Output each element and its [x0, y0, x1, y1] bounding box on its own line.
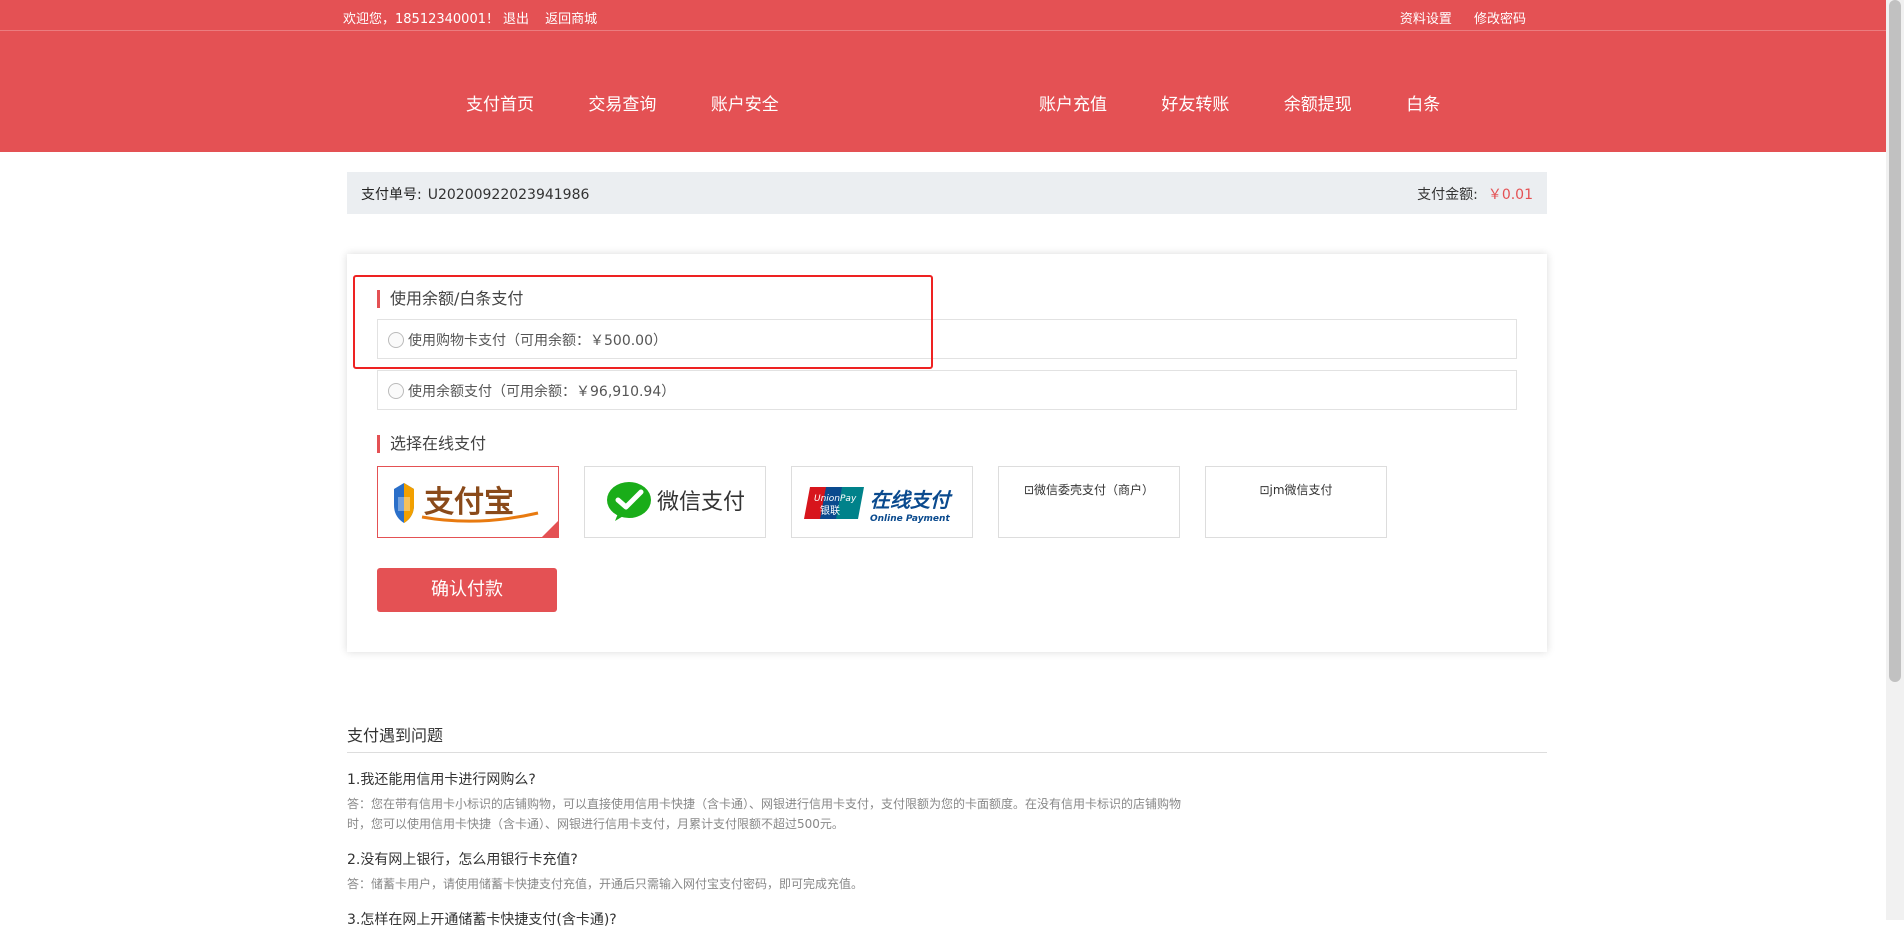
nav-pay-home[interactable]: 支付首页: [466, 95, 534, 115]
wechat-pay-logo-icon: 微信支付: [607, 482, 745, 521]
faq-divider: [347, 752, 1547, 753]
main-nav-right: 账户充值 好友转账 余额提现 白条: [1039, 90, 1489, 115]
page-scrollbar[interactable]: [1886, 0, 1904, 920]
confirm-payment-button[interactable]: 确认付款: [377, 568, 557, 612]
faq-question-1: 1.我还能用信用卡进行网购么?: [347, 772, 536, 788]
faq-question-2: 2.没有网上银行，怎么用银行卡充值?: [347, 852, 578, 868]
faq-answer-1: 答：您在带有信用卡小标识的店铺购物，可以直接使用信用卡快捷（含卡通）、网银进行信…: [347, 797, 1182, 831]
wechat-pay-logo-text: 微信支付: [657, 490, 745, 515]
unionpay-logo-icon: UnionPay 银联 在线支付 Online Payment: [804, 487, 953, 524]
pay-method-wechat[interactable]: 微信支付: [584, 466, 766, 538]
nav-recharge[interactable]: 账户充值: [1039, 95, 1107, 115]
unionpay-title-text: 在线支付: [870, 488, 953, 512]
pay-method-jm-wechat[interactable]: ⊡jm微信支付: [1205, 466, 1387, 538]
pay-method-alipay[interactable]: 支付宝: [377, 466, 559, 538]
header: 欢迎您，18512340001！ 退出 返回商城 资料设置 修改密码 支付首页 交…: [0, 0, 1886, 152]
faq-answer-2: 答：储蓄卡用户，请使用储蓄卡快捷支付充值，开通后只需输入网付宝支付密码，即可完成…: [347, 877, 864, 891]
balance-label: 使用余额支付（可用余额：￥96,910.94）: [408, 384, 676, 400]
annotation-highlight-box: [353, 275, 933, 369]
topbar-left: 欢迎您，18512340001！ 退出 返回商城: [343, 8, 601, 27]
main-nav-left: 支付首页 交易查询 账户安全: [466, 90, 828, 115]
order-amount: 支付金额: ￥0.01: [1417, 184, 1533, 204]
broken-image-icon: ⊡: [1259, 483, 1270, 497]
back-to-mall-link[interactable]: 返回商城: [545, 12, 597, 27]
header-divider: [0, 30, 1886, 31]
alipay-logo-text: 支付宝: [424, 485, 514, 520]
order-amount-value: ￥0.01: [1487, 187, 1533, 203]
unionpay-sub-text: Online Payment: [870, 514, 950, 524]
order-info-bar: 支付单号: U20200922023941986 支付金额: ￥0.01: [347, 172, 1547, 214]
pay-method-unionpay[interactable]: UnionPay 银联 在线支付 Online Payment: [791, 466, 973, 538]
broken-image-alt: ⊡微信委壳支付（商户）: [999, 481, 1179, 498]
unionpay-brand-cn-text: 银联: [820, 504, 840, 517]
nav-transaction-query[interactable]: 交易查询: [588, 95, 656, 115]
nav-withdraw[interactable]: 余额提现: [1284, 95, 1352, 115]
jm-wechat-alt: jm微信支付: [1269, 483, 1333, 497]
scrollbar-thumb[interactable]: [1889, 0, 1901, 682]
balance-option[interactable]: 使用余额支付（可用余额：￥96,910.94）: [377, 370, 1517, 410]
logout-link[interactable]: 退出: [503, 12, 529, 27]
order-number-label: 支付单号:: [361, 187, 422, 203]
broken-image-alt: ⊡jm微信支付: [1206, 481, 1386, 498]
alipay-logo-icon: 支付宝: [394, 483, 539, 523]
pay-method-wechat-merchant[interactable]: ⊡微信委壳支付（商户）: [998, 466, 1180, 538]
nav-account-security[interactable]: 账户安全: [711, 95, 779, 115]
topbar-right: 资料设置 修改密码: [1382, 8, 1526, 27]
change-password-link[interactable]: 修改密码: [1474, 12, 1526, 27]
balance-radio[interactable]: [388, 383, 404, 399]
online-section-title: 选择在线支付: [377, 435, 486, 453]
nav-friend-transfer[interactable]: 好友转账: [1161, 95, 1229, 115]
unionpay-brand-text: UnionPay: [814, 494, 857, 504]
welcome-text: 欢迎您，18512340001！: [343, 12, 499, 27]
selected-check-icon: [542, 521, 558, 537]
wechat-merchant-alt: 微信委壳支付（商户）: [1034, 483, 1155, 497]
nav-baitiao[interactable]: 白条: [1406, 95, 1440, 115]
profile-settings-link[interactable]: 资料设置: [1400, 12, 1452, 27]
faq-question-3: 3.怎样在网上开通储蓄卡快捷支付(含卡通)?: [347, 912, 617, 928]
faq-title: 支付遇到问题: [347, 726, 444, 745]
broken-image-icon: ⊡: [1023, 483, 1035, 497]
order-number: 支付单号: U20200922023941986: [361, 184, 589, 204]
order-number-value: U20200922023941986: [427, 187, 590, 203]
order-amount-label: 支付金额:: [1417, 187, 1478, 203]
